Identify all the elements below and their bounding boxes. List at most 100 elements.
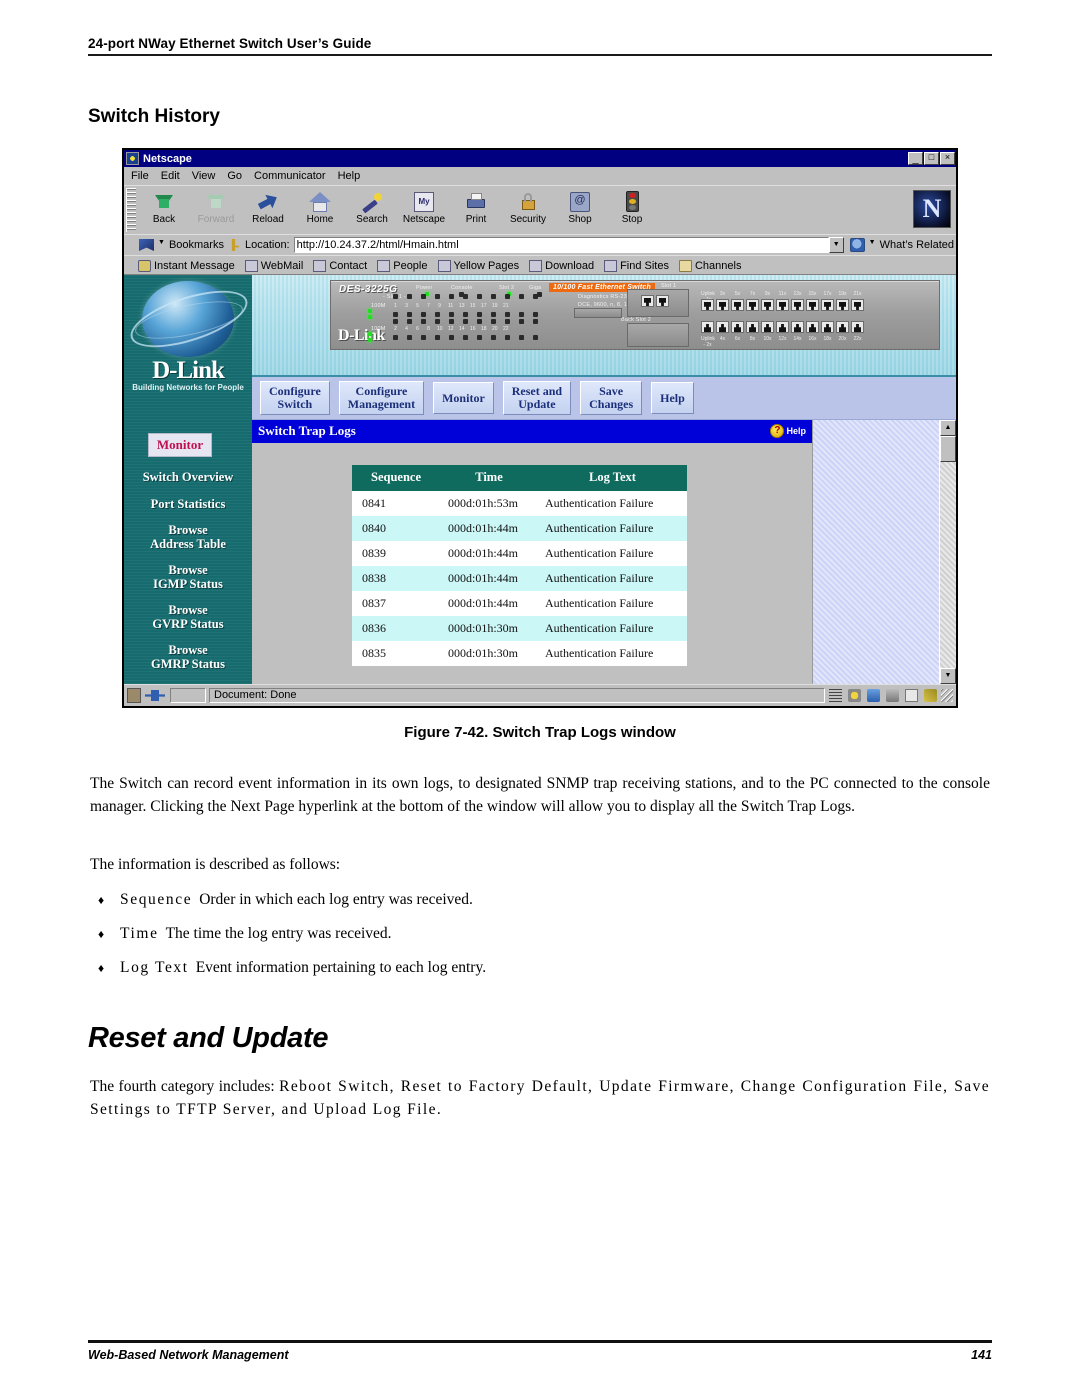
toolbar-button-shop[interactable]: Shop [554,189,606,225]
port-number: 2 [394,326,397,332]
bookmarks-label[interactable]: Bookmarks [169,239,224,251]
personal-item-people[interactable]: People [377,259,428,272]
toolbar-button-forward[interactable]: Forward [190,189,242,225]
toolbar-button-netscape[interactable]: My Netscape [398,189,450,225]
nav-button-configure-switch[interactable]: Configure Switch [260,381,330,415]
cell-time: 000d:01h:44m [440,516,538,541]
newsgroup-icon[interactable] [886,689,899,702]
window-controls[interactable]: _ □ × [908,152,955,165]
minimize-button[interactable]: _ [908,152,923,165]
device-label-giga: Giga [529,285,542,291]
toolbar-button-stop[interactable]: Stop [606,189,658,225]
nav-button-monitor[interactable]: Monitor [433,382,494,414]
port-number: 13 [459,303,465,309]
sidebar-item-port-statistics[interactable]: Port Statistics [124,497,252,512]
url-input[interactable]: http://10.24.37.2/html/Hmain.html [293,237,829,253]
personal-item-yellow-pages[interactable]: Yellow Pages [437,259,519,272]
header-rule [88,54,992,56]
menu-item-help[interactable]: Help [338,170,361,182]
footer-section-label: Web-Based Network Management [88,1348,289,1362]
content-vertical-scrollbar[interactable]: ▲ ▼ [939,420,956,684]
personal-item-instant-message[interactable]: Instant Message [138,259,235,272]
task-list-icon[interactable] [829,689,842,702]
menu-item-edit[interactable]: Edit [161,170,180,182]
addressbook-icon[interactable] [905,689,918,702]
nav-button-save-changes[interactable]: Save Changes [580,381,643,415]
close-button[interactable]: × [940,152,955,165]
sidebar-item-browse-address-table[interactable]: Browse Address Table [124,523,252,551]
cell-sequence: 0836 [352,616,440,641]
device-led-row-4 [393,335,538,340]
scroll-up-button[interactable]: ▲ [940,420,956,436]
toolbar-label-netscape: Netscape [402,214,446,225]
switch-front-panel-image: DES-3225G D-Link 10/100 Fast Ethernet Sw… [330,280,940,350]
page-header: 24-port NWay Ethernet Switch User’s Guid… [88,36,992,56]
nav-button-reset-and-update[interactable]: Reset and Update [502,381,572,415]
menu-item-communicator[interactable]: Communicator [254,170,326,182]
cell-log-text: Authentication Failure [538,491,687,516]
port-number: 3 [405,303,408,309]
navigator-icon[interactable] [848,689,861,702]
menu-item-go[interactable]: Go [227,170,242,182]
bullet-term-sequence: Sequence [120,891,193,908]
sidebar-item-browse-gmrp-status[interactable]: Browse GMRP Status [124,643,252,671]
whats-related-button[interactable]: ▼ What’s Related [849,238,954,252]
bookmark-icon[interactable] [139,239,154,251]
table-row: 0840 000d:01h:44m Authentication Failure [352,516,687,541]
netscape-logo-icon[interactable]: N [913,190,951,228]
port-number: 4 [405,326,408,332]
download-icon [529,259,543,272]
sidebar-item-browse-gvrp-status[interactable]: Browse GVRP Status [124,603,252,631]
mailbox-icon[interactable] [867,689,880,702]
menu-item-view[interactable]: View [192,170,216,182]
port-number: 10 [437,326,443,332]
menu-item-file[interactable]: File [131,170,149,182]
toolbar-grip[interactable] [126,188,136,232]
paragraph-intro: The Switch can record event information … [90,775,990,815]
port-label: 16x [808,336,817,342]
scrollbar-thumb[interactable] [940,436,956,462]
personal-label-webmail: WebMail [260,259,304,272]
url-dropdown-button[interactable]: ▼ [828,237,844,253]
personal-item-webmail[interactable]: WebMail [244,259,304,272]
personal-item-contact[interactable]: Contact [313,259,367,272]
cell-log-text: Authentication Failure [538,516,687,541]
nav-button-configure-management[interactable]: Configure Management [338,381,425,415]
toolbar-button-security[interactable]: Security [502,189,554,225]
lock-icon [515,189,541,214]
nav-button-help[interactable]: Help [651,382,694,414]
toolbar-button-search[interactable]: Search [346,189,398,225]
toolbar-button-reload[interactable]: Reload [242,189,294,225]
toolbar-button-print[interactable]: Print [450,189,502,225]
bullet-diamond-icon: ♦ [98,961,105,975]
device-port-numbers-top: 1 3 5 7 9 11 13 15 17 19 21 [393,303,508,309]
menu-bar[interactable]: File Edit View Go Communicator Help [124,167,956,185]
personal-toolbar: Instant Message WebMail Contact People Y… [124,255,956,275]
security-lock-icon[interactable] [127,688,141,703]
toolbar-label-forward: Forward [197,214,235,225]
composer-icon[interactable] [924,689,937,702]
personal-item-download[interactable]: Download [529,259,594,272]
sidebar-item-browse-igmp-status[interactable]: Browse IGMP Status [124,563,252,591]
whats-related-label: What’s Related [879,239,954,251]
status-component-bar[interactable] [825,689,941,702]
section-heading-reset-and-update: Reset and Update [88,1022,329,1054]
figure-caption: Figure 7-42. Switch Trap Logs window [404,724,676,741]
scroll-down-button[interactable]: ▼ [940,668,956,684]
personal-item-channels[interactable]: Channels [678,259,741,272]
sidebar-active-section-monitor[interactable]: Monitor [148,433,212,457]
table-row: 0835 000d:01h:30m Authentication Failure [352,641,687,666]
personal-item-find-sites[interactable]: Find Sites [604,259,669,272]
column-header-time: Time [440,465,538,491]
maximize-button[interactable]: □ [924,152,939,165]
table-row: 0837 000d:01h:44m Authentication Failure [352,591,687,616]
personal-label-people: People [393,259,428,272]
sidebar-item-switch-overview[interactable]: Switch Overview [124,470,252,485]
panel-help-button[interactable]: ? Help [770,424,806,438]
bookmarks-chevron-icon: ▼ [158,238,165,246]
resize-grip-icon[interactable] [941,689,953,702]
scrollbar-track[interactable] [940,462,956,668]
toolbar-button-back[interactable]: Back [138,189,190,225]
toolbar-button-home[interactable]: Home [294,189,346,225]
browser-status-bar: Document: Done [124,684,956,706]
